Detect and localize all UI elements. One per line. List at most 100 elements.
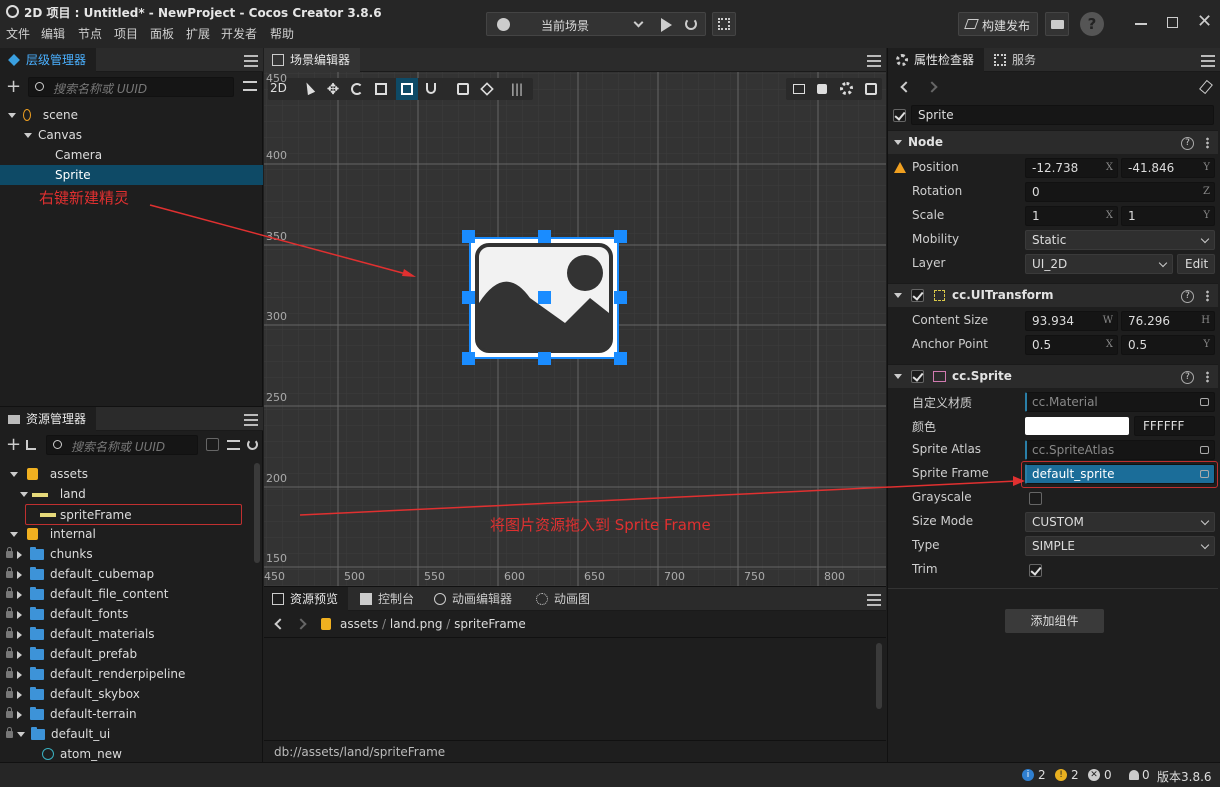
position-x-input[interactable]: -12.738 X xyxy=(1025,158,1118,178)
asset-item-default-fonts[interactable]: default_fonts xyxy=(6,604,128,624)
asset-item-land[interactable]: land xyxy=(0,484,86,504)
tree-node-camera[interactable]: Camera xyxy=(0,145,263,165)
select-tool-icon[interactable] xyxy=(298,78,320,100)
node-section-header[interactable]: Node ? xyxy=(888,130,1218,154)
content-width-input[interactable]: 93.934 W xyxy=(1025,311,1118,331)
node-active-checkbox[interactable] xyxy=(893,109,906,122)
close-icon[interactable]: ✕ xyxy=(1197,13,1213,31)
scrollbar[interactable] xyxy=(876,643,882,709)
panel-menu-icon[interactable] xyxy=(244,414,258,426)
open-folder-button[interactable] xyxy=(1045,12,1069,36)
tab-hierarchy[interactable]: 层级管理器 xyxy=(0,48,97,72)
menu-extension[interactable]: 扩展 xyxy=(186,25,210,42)
asset-item-spriteframe[interactable]: spriteFrame xyxy=(25,504,242,525)
color-swatch[interactable] xyxy=(1025,417,1129,435)
resize-handle[interactable] xyxy=(462,352,475,365)
resize-handle[interactable] xyxy=(462,230,475,243)
more-icon[interactable] xyxy=(1206,137,1209,149)
color-hex-input[interactable]: FFFFFF xyxy=(1134,416,1215,436)
scale-y-input[interactable]: 1Y xyxy=(1121,206,1215,226)
camera-icon[interactable] xyxy=(812,78,834,100)
refresh-icon[interactable] xyxy=(685,18,697,30)
panel-menu-icon[interactable] xyxy=(1201,55,1215,67)
trim-checkbox[interactable] xyxy=(1029,564,1042,577)
size-mode-select[interactable]: CUSTOM xyxy=(1025,512,1215,532)
menu-file[interactable]: 文件 xyxy=(6,25,30,42)
add-asset-icon[interactable]: + xyxy=(6,436,21,454)
frame-icon[interactable] xyxy=(788,78,810,100)
gear-icon[interactable] xyxy=(836,78,858,100)
maximize-icon[interactable] xyxy=(1167,17,1178,28)
scrollbar[interactable] xyxy=(254,463,260,563)
help-icon[interactable]: ? xyxy=(1181,371,1194,384)
forward-icon[interactable] xyxy=(295,618,307,630)
rotate-tool-icon[interactable] xyxy=(346,78,368,100)
help-icon[interactable]: ? xyxy=(1181,290,1194,303)
node-name-input[interactable]: Sprite xyxy=(911,105,1214,125)
bell-icon[interactable] xyxy=(1129,770,1139,780)
align-icon[interactable]: ||| xyxy=(506,78,528,100)
anchor-handle[interactable] xyxy=(538,291,551,304)
asset-item-default-prefab[interactable]: default_prefab xyxy=(6,644,137,664)
back-icon[interactable] xyxy=(274,618,286,630)
anchor-x-input[interactable]: 0.5 X xyxy=(1025,335,1118,355)
play-icon[interactable] xyxy=(661,18,672,32)
type-select[interactable]: SIMPLE xyxy=(1025,536,1215,556)
lock-icon[interactable] xyxy=(1200,470,1209,478)
filter-checkbox[interactable] xyxy=(206,438,219,451)
anchor-y-input[interactable]: 0.5 Y xyxy=(1121,335,1215,355)
tree-node-scene[interactable]: scene xyxy=(0,105,263,125)
back-icon[interactable] xyxy=(900,81,912,93)
sort-icon[interactable] xyxy=(243,81,257,91)
menu-edit[interactable]: 编辑 xyxy=(41,25,65,42)
panel-menu-icon[interactable] xyxy=(867,594,881,606)
tab-assets[interactable]: 资源管理器 xyxy=(0,407,97,431)
component-enabled-checkbox[interactable] xyxy=(911,370,924,383)
assets-search-input[interactable]: 搜索名称或 UUID xyxy=(46,435,198,455)
warning-icon[interactable]: ! xyxy=(1055,769,1067,781)
pin-icon[interactable] xyxy=(1199,79,1213,95)
breadcrumb-item[interactable]: assets xyxy=(340,617,378,631)
asset-item-default-cubemap[interactable]: default_cubemap xyxy=(6,564,154,584)
sprite-section-header[interactable]: cc.Sprite ? xyxy=(888,364,1218,388)
menu-project[interactable]: 项目 xyxy=(114,25,138,42)
build-button[interactable]: 构建发布 xyxy=(958,12,1038,36)
tab-scene-editor[interactable]: 场景编辑器 xyxy=(264,48,361,72)
list-icon[interactable] xyxy=(227,440,240,450)
breadcrumb-item[interactable]: land.png xyxy=(390,617,443,631)
resize-handle[interactable] xyxy=(614,291,627,304)
asset-item-assets[interactable]: assets xyxy=(0,464,88,484)
asset-item-chunks[interactable]: chunks xyxy=(6,544,93,564)
sprite-atlas-field[interactable]: cc.SpriteAtlas xyxy=(1025,440,1215,460)
asset-item-internal[interactable]: internal xyxy=(0,524,96,544)
tab-asset-preview[interactable]: 资源预览 xyxy=(264,587,349,611)
scene-selector[interactable]: 当前场景 xyxy=(486,12,706,36)
panel-menu-icon[interactable] xyxy=(867,55,881,67)
menu-node[interactable]: 节点 xyxy=(78,25,102,42)
breadcrumb-item[interactable]: spriteFrame xyxy=(454,617,526,631)
gizmo-icon[interactable] xyxy=(860,78,882,100)
add-component-button[interactable]: 添加组件 xyxy=(1005,609,1104,633)
layer-select[interactable]: UI_2D xyxy=(1025,254,1173,274)
panel-menu-icon[interactable] xyxy=(244,55,258,67)
resize-handle[interactable] xyxy=(538,230,551,243)
custom-material-field[interactable]: cc.Material xyxy=(1025,392,1215,412)
resize-handle[interactable] xyxy=(462,291,475,304)
asset-item-default-materials[interactable]: default_materials xyxy=(6,624,155,644)
menu-help[interactable]: 帮助 xyxy=(270,25,294,42)
sprite-frame-field[interactable]: default_sprite xyxy=(1025,464,1215,484)
resize-handle[interactable] xyxy=(538,352,551,365)
tab-services[interactable]: 服务 xyxy=(986,48,1046,72)
error-icon[interactable]: ✕ xyxy=(1088,769,1100,781)
asset-item-default-file-content[interactable]: default_file_content xyxy=(6,584,168,604)
help-button[interactable]: ? xyxy=(1080,12,1104,36)
tab-animation-editor[interactable]: 动画编辑器 xyxy=(426,587,522,611)
help-icon[interactable]: ? xyxy=(1181,137,1194,150)
scale-tool-icon[interactable] xyxy=(370,78,392,100)
minimize-icon[interactable] xyxy=(1135,23,1147,25)
menu-panel[interactable]: 面板 xyxy=(150,25,174,42)
add-node-icon[interactable]: + xyxy=(6,78,21,96)
asset-item-default-renderpipeline[interactable]: default_renderpipeline xyxy=(6,664,185,684)
tab-inspector[interactable]: 属性检查器 xyxy=(888,48,985,72)
info-icon[interactable]: i xyxy=(1022,769,1034,781)
